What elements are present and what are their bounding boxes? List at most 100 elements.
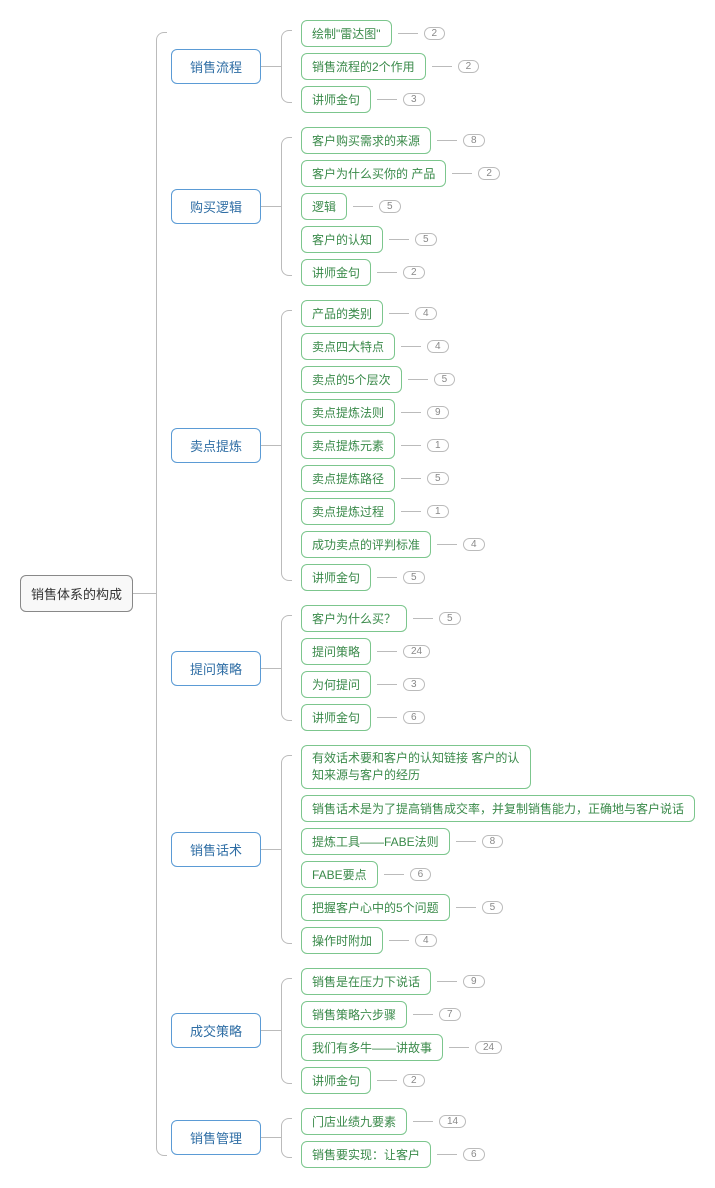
root-node[interactable]: 销售体系的构成 xyxy=(20,575,133,612)
leaf-node[interactable]: 把握客户心中的5个问题 xyxy=(301,894,450,921)
leaf-node[interactable]: 客户为什么买你的 产品 xyxy=(301,160,446,187)
count-badge[interactable]: 2 xyxy=(403,1074,425,1087)
leaf-node[interactable]: 卖点提炼路径 xyxy=(301,465,395,492)
count-badge[interactable]: 9 xyxy=(463,975,485,988)
leaf-node[interactable]: 卖点提炼元素 xyxy=(301,432,395,459)
leaf-row: 客户为什么买你的 产品 2 xyxy=(301,160,500,187)
count-badge[interactable]: 2 xyxy=(403,266,425,279)
count-badge[interactable]: 4 xyxy=(415,934,437,947)
connector xyxy=(401,478,421,479)
count-badge[interactable]: 4 xyxy=(463,538,485,551)
leaf-node[interactable]: 提问策略 xyxy=(301,638,371,665)
connector xyxy=(133,593,156,594)
connector xyxy=(377,99,397,100)
branch-node[interactable]: 成交策略 xyxy=(171,1013,261,1048)
connector xyxy=(437,981,457,982)
branch-node[interactable]: 卖点提炼 xyxy=(171,428,261,463)
leaf-row: 客户的认知 5 xyxy=(301,226,500,253)
connector xyxy=(413,1014,433,1015)
leaf-node[interactable]: 客户购买需求的来源 xyxy=(301,127,431,154)
count-badge[interactable]: 3 xyxy=(403,93,425,106)
branch: 销售话术 有效话术要和客户的认知链接 客户的认知来源与客户的经历销售话术是为了提高… xyxy=(171,745,695,954)
leaf-node[interactable]: 讲师金句 xyxy=(301,86,371,113)
leaf-row: 绘制"雷达图" 2 xyxy=(301,20,479,47)
count-badge[interactable]: 5 xyxy=(403,571,425,584)
leaf-node[interactable]: 客户为什么买？ xyxy=(301,605,407,632)
connector xyxy=(377,651,397,652)
leaf-node[interactable]: 客户的认知 xyxy=(301,226,383,253)
count-badge[interactable]: 5 xyxy=(415,233,437,246)
leaf-row: 成功卖点的评判标准 4 xyxy=(301,531,485,558)
branch-node[interactable]: 销售管理 xyxy=(171,1120,261,1155)
count-badge[interactable]: 6 xyxy=(403,711,425,724)
count-badge[interactable]: 7 xyxy=(439,1008,461,1021)
count-badge[interactable]: 4 xyxy=(427,340,449,353)
count-badge[interactable]: 6 xyxy=(463,1148,485,1161)
branch: 销售管理 门店业绩九要素 14 销售要实现：让客户 6 xyxy=(171,1108,695,1168)
leaf-node[interactable]: 讲师金句 xyxy=(301,704,371,731)
leaf-node[interactable]: 销售流程的2个作用 xyxy=(301,53,426,80)
leaf-node[interactable]: 逻辑 xyxy=(301,193,347,220)
leaf-node[interactable]: 卖点提炼法则 xyxy=(301,399,395,426)
leaf-node[interactable]: 销售策略六步骤 xyxy=(301,1001,407,1028)
leaf-node[interactable]: 门店业绩九要素 xyxy=(301,1108,407,1135)
leaf-node[interactable]: 卖点的5个层次 xyxy=(301,366,402,393)
count-badge[interactable]: 5 xyxy=(379,200,401,213)
count-badge[interactable]: 24 xyxy=(403,645,430,658)
count-badge[interactable]: 1 xyxy=(427,439,449,452)
count-badge[interactable]: 14 xyxy=(439,1115,466,1128)
leaves-container: 销售是在压力下说话 9 销售策略六步骤 7 我们有多牛——讲故事 24 讲师金句 2 xyxy=(301,968,502,1094)
branch-node[interactable]: 销售话术 xyxy=(171,832,261,867)
leaf-node[interactable]: 成功卖点的评判标准 xyxy=(301,531,431,558)
leaf-node[interactable]: 操作时附加 xyxy=(301,927,383,954)
leaf-node[interactable]: 有效话术要和客户的认知链接 客户的认知来源与客户的经历 xyxy=(301,745,531,789)
leaf-node[interactable]: 提炼工具——FABE法则 xyxy=(301,828,450,855)
connector xyxy=(401,445,421,446)
count-badge[interactable]: 3 xyxy=(403,678,425,691)
branch-node[interactable]: 购买逻辑 xyxy=(171,189,261,224)
leaf-node[interactable]: 销售话术是为了提高销售成交率，并复制销售能力，正确地与客户说话 xyxy=(301,795,695,822)
leaf-node[interactable]: 销售要实现：让客户 xyxy=(301,1141,431,1168)
leaf-node[interactable]: 绘制"雷达图" xyxy=(301,20,392,47)
count-badge[interactable]: 8 xyxy=(463,134,485,147)
leaf-node[interactable]: 为何提问 xyxy=(301,671,371,698)
leaf-node[interactable]: 我们有多牛——讲故事 xyxy=(301,1034,443,1061)
branch: 成交策略 销售是在压力下说话 9 销售策略六步骤 7 我们有多牛——讲故事 24 讲师金句 2 xyxy=(171,968,695,1094)
count-badge[interactable]: 9 xyxy=(427,406,449,419)
connector xyxy=(377,1080,397,1081)
count-badge[interactable]: 24 xyxy=(475,1041,502,1054)
count-badge[interactable]: 4 xyxy=(415,307,437,320)
count-badge[interactable]: 5 xyxy=(439,612,461,625)
leaf-node[interactable]: 讲师金句 xyxy=(301,1067,371,1094)
leaf-node[interactable]: 卖点四大特点 xyxy=(301,333,395,360)
leaf-row: 卖点提炼路径 5 xyxy=(301,465,485,492)
count-badge[interactable]: 5 xyxy=(482,901,504,914)
branch-node[interactable]: 销售流程 xyxy=(171,49,261,84)
count-badge[interactable]: 5 xyxy=(427,472,449,485)
connector xyxy=(389,313,409,314)
count-badge[interactable]: 5 xyxy=(434,373,456,386)
bracket xyxy=(281,968,301,1094)
leaf-node[interactable]: 讲师金句 xyxy=(301,564,371,591)
connector xyxy=(377,717,397,718)
leaf-node[interactable]: 讲师金句 xyxy=(301,259,371,286)
count-badge[interactable]: 8 xyxy=(482,835,504,848)
branch-node[interactable]: 提问策略 xyxy=(171,651,261,686)
leaf-row: 提炼工具——FABE法则 8 xyxy=(301,828,695,855)
count-badge[interactable]: 6 xyxy=(410,868,432,881)
leaf-node[interactable]: 产品的类别 xyxy=(301,300,383,327)
count-badge[interactable]: 2 xyxy=(458,60,480,73)
leaf-node[interactable]: FABE要点 xyxy=(301,861,378,888)
leaf-row: 有效话术要和客户的认知链接 客户的认知来源与客户的经历 xyxy=(301,745,695,789)
count-badge[interactable]: 1 xyxy=(427,505,449,518)
leaf-row: 销售要实现：让客户 6 xyxy=(301,1141,485,1168)
count-badge[interactable]: 2 xyxy=(424,27,446,40)
connector xyxy=(261,66,281,67)
count-badge[interactable]: 2 xyxy=(478,167,500,180)
leaf-row: 逻辑 5 xyxy=(301,193,500,220)
leaf-node[interactable]: 卖点提炼过程 xyxy=(301,498,395,525)
leaf-node[interactable]: 销售是在压力下说话 xyxy=(301,968,431,995)
connector xyxy=(401,412,421,413)
connector xyxy=(261,668,281,669)
leaf-row: 门店业绩九要素 14 xyxy=(301,1108,485,1135)
